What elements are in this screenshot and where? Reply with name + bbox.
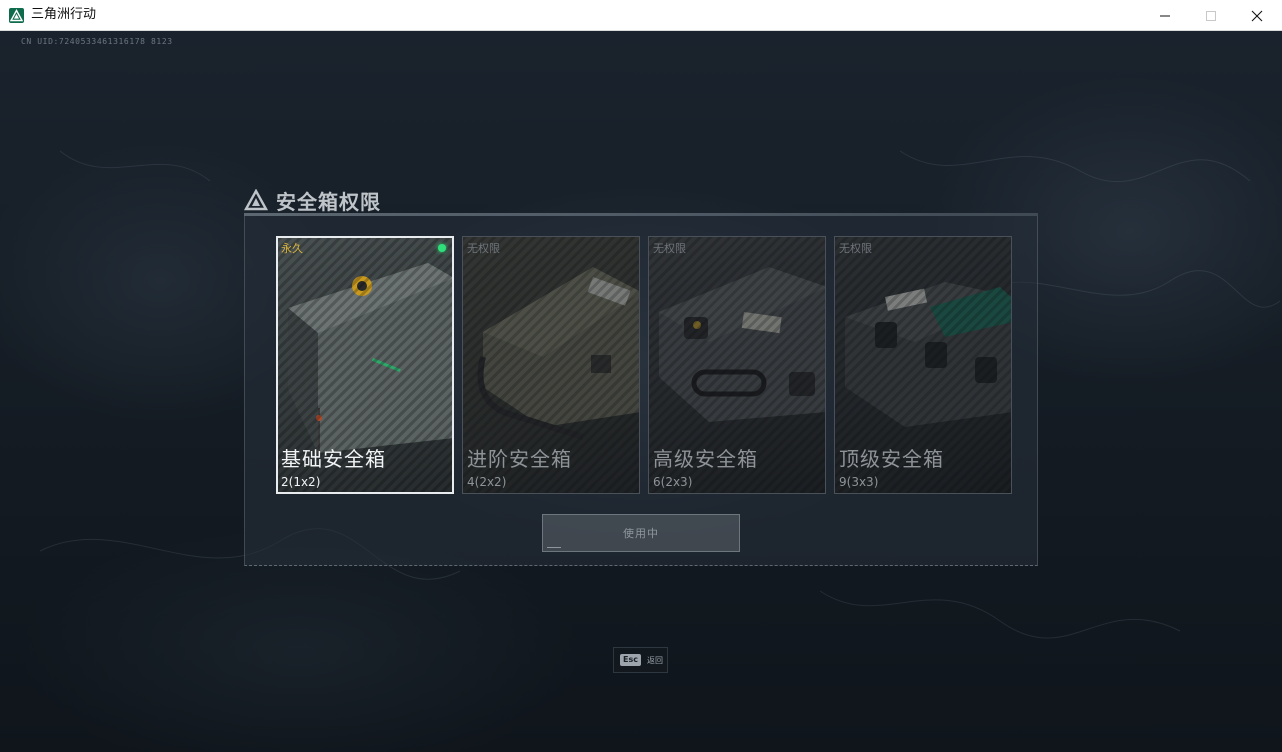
card-tag: 无权限: [653, 242, 686, 255]
green-dot-icon: [438, 244, 446, 252]
safebox-card-premium[interactable]: 无权限 高级安全箱 6(2x3): [648, 236, 826, 494]
minimize-icon: [1160, 15, 1170, 16]
close-button[interactable]: [1234, 0, 1280, 31]
card-name: 顶级安全箱: [839, 447, 944, 471]
minimize-button[interactable]: [1142, 0, 1188, 31]
card-capacity: 4(2x2): [467, 475, 507, 489]
close-icon: [1251, 10, 1263, 21]
card-tag: 无权限: [839, 242, 872, 255]
window-titlebar: 三角洲行动: [0, 0, 1282, 31]
card-name: 进阶安全箱: [467, 447, 572, 471]
safebox-card-advanced[interactable]: 无权限 进阶安全箱 4(2x2): [462, 236, 640, 494]
card-capacity: 6(2x3): [653, 475, 693, 489]
maximize-button[interactable]: [1188, 0, 1234, 31]
esc-label: 返回: [646, 655, 663, 665]
card-name: 高级安全箱: [653, 447, 758, 471]
card-capacity: 9(3x3): [839, 475, 879, 489]
card-tag: 永久: [281, 242, 303, 255]
card-name: 基础安全箱: [281, 447, 386, 471]
esc-back-button[interactable]: Esc 返回: [613, 647, 668, 673]
maximize-icon: [1206, 10, 1216, 21]
window-title: 三角洲行动: [31, 7, 97, 22]
card-tag: 无权限: [467, 242, 500, 255]
esc-key-icon: Esc: [620, 654, 641, 666]
safebox-card-top[interactable]: 无权限 顶级安全箱 9(3x3): [834, 236, 1012, 494]
warning-triangle-icon: [244, 189, 268, 211]
button-corner-mark: [547, 547, 561, 548]
safebox-card-basic[interactable]: 永久 基础安全箱 2(1x2): [276, 236, 454, 494]
delta-logo-icon: [9, 8, 24, 23]
card-capacity: 2(1x2): [281, 475, 321, 489]
dialog-title: 安全箱权限: [276, 189, 381, 214]
uid-label: CN UID:7240533461316178 8123: [21, 37, 173, 46]
in-use-button[interactable]: 使用中: [542, 514, 740, 552]
dialog-header: 安全箱权限: [244, 187, 381, 214]
in-use-button-label: 使用中: [623, 527, 659, 540]
